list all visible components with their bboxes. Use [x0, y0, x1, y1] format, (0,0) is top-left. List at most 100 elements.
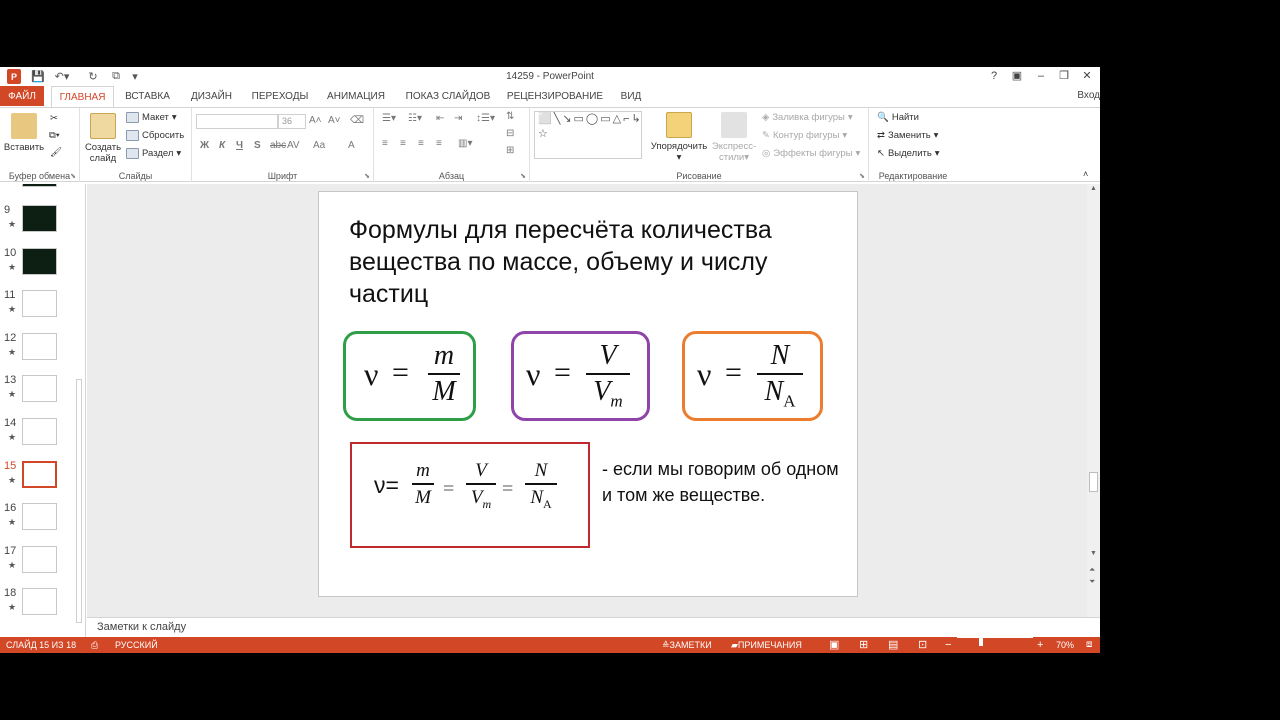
next-slide-icon[interactable]: ⏷: [1089, 577, 1095, 587]
formula-box-volume[interactable]: ν = V Vm: [511, 331, 650, 421]
zoom-slider-track[interactable]: [957, 637, 1033, 638]
increase-font-icon[interactable]: A˄: [309, 115, 322, 126]
thumbnail-scrollbar-handle[interactable]: [76, 379, 82, 623]
align-right-icon[interactable]: ≡: [418, 138, 424, 149]
notes-pane[interactable]: Заметки к слайду: [87, 617, 1100, 637]
tab-view[interactable]: ВИД: [614, 86, 648, 106]
current-slide[interactable]: Формулы для пересчёта количества веществ…: [318, 191, 858, 597]
collapse-ribbon-icon[interactable]: ˄: [1083, 169, 1088, 179]
arrange-button[interactable]: Упорядочить ▾: [646, 112, 712, 163]
underline-button[interactable]: Ч: [236, 140, 243, 151]
help-button[interactable]: ?: [984, 69, 1004, 84]
tab-file[interactable]: ФАЙЛ: [0, 86, 44, 106]
tab-home[interactable]: ГЛАВНАЯ: [51, 86, 114, 107]
notes-toggle[interactable]: ≙ ЗАМЕТКИ: [662, 637, 712, 653]
text-direction-icon[interactable]: ⇅: [506, 111, 514, 122]
shape-outline-button[interactable]: ✎ Контур фигуры ▾: [762, 130, 847, 141]
ribbon-display-options-icon[interactable]: ▣: [1007, 69, 1027, 84]
shadow-button[interactable]: S: [254, 140, 261, 151]
font-color-button[interactable]: A: [348, 140, 355, 151]
quick-styles-button[interactable]: Экспресс- стили▾: [710, 112, 758, 163]
decrease-font-icon[interactable]: A˅: [328, 115, 341, 126]
italic-button[interactable]: К: [219, 140, 225, 151]
sign-in-link[interactable]: Вход: [1077, 90, 1100, 101]
restore-icon[interactable]: ❐: [1054, 69, 1074, 84]
layout-button[interactable]: Макет ▾: [126, 112, 177, 123]
fraction-m-over-M: m M: [428, 340, 460, 408]
tab-slideshow[interactable]: ПОКАЗ СЛАЙДОВ: [400, 86, 496, 106]
denominator-base: V: [470, 486, 483, 508]
formula-box-particles[interactable]: ν = N NA: [682, 331, 823, 421]
comments-toggle[interactable]: ▰ ПРИМЕЧАНИЯ: [731, 637, 802, 653]
normal-view-icon[interactable]: ▣: [829, 637, 839, 653]
same-substance-note[interactable]: - если мы говорим об одном и том же веще…: [602, 456, 842, 508]
bullets-icon[interactable]: ☰▾: [382, 113, 396, 124]
close-icon[interactable]: ✕: [1077, 69, 1097, 84]
new-slide-button[interactable]: Создать слайд: [82, 113, 124, 164]
increase-indent-icon[interactable]: ⇥: [454, 113, 462, 124]
zoom-in-button[interactable]: +: [1037, 637, 1043, 653]
paragraph-launcher-icon[interactable]: ⬊: [520, 172, 526, 180]
combined-formula-box[interactable]: ν= m M = V Vm = N NA: [350, 442, 590, 548]
character-spacing-button[interactable]: AV: [287, 140, 300, 151]
drawing-launcher-icon[interactable]: ⬊: [859, 172, 865, 180]
zoom-level[interactable]: 70%: [1056, 637, 1074, 653]
window-title: 14259 - PowerPoint: [506, 71, 594, 82]
clipboard-group: Вставить ✂ ⧉▾ 🖌 Буфер обмена ⬊: [0, 108, 80, 182]
tab-transitions[interactable]: ПЕРЕХОДЫ: [248, 86, 312, 106]
copy-icon[interactable]: ⧉▾: [49, 130, 60, 141]
bold-button[interactable]: Ж: [200, 140, 209, 151]
vertical-scrollbar[interactable]: ▲ ▼ ⏶ ⏷: [1087, 184, 1100, 617]
clear-formatting-icon[interactable]: ⌫: [350, 115, 364, 126]
section-button[interactable]: Раздел ▾: [126, 148, 181, 159]
numbering-icon[interactable]: ☷▾: [408, 113, 422, 124]
shape-fill-button[interactable]: ◈ Заливка фигуры ▾: [762, 112, 853, 123]
justify-icon[interactable]: ≡: [436, 138, 442, 149]
paste-button[interactable]: Вставить: [2, 113, 46, 153]
format-painter-icon[interactable]: 🖌: [50, 147, 62, 158]
slide-sorter-icon[interactable]: ⊞: [859, 637, 868, 653]
align-left-icon[interactable]: ≡: [382, 138, 388, 149]
reset-button[interactable]: Сбросить: [126, 130, 184, 141]
spelling-icon[interactable]: ⎙: [91, 637, 98, 653]
select-button[interactable]: ↖ Выделить ▾: [877, 148, 940, 159]
font-launcher-icon[interactable]: ⬊: [364, 172, 370, 180]
scroll-down-icon[interactable]: ▼: [1090, 550, 1097, 557]
previous-slide-icon[interactable]: ⏶: [1089, 565, 1095, 575]
font-size-combo[interactable]: 36: [278, 114, 306, 129]
shape-effects-button[interactable]: ◎ Эффекты фигуры ▾: [762, 148, 860, 159]
thumbnail-scrollbar[interactable]: [74, 184, 84, 637]
status-bar: СЛАЙД 15 ИЗ 18 ⎙ РУССКИЙ ≙ ЗАМЕТКИ ▰ ПРИ…: [0, 637, 1100, 653]
font-name-combo[interactable]: [196, 114, 278, 129]
replace-button[interactable]: ⇄ Заменить ▾: [877, 130, 938, 141]
align-text-icon[interactable]: ⊟: [506, 128, 514, 139]
shapes-gallery[interactable]: ⬜╲↘▭◯▭△⌐↳⇨⇩▱⌒⌒{}☆: [534, 111, 642, 159]
align-center-icon[interactable]: ≡: [400, 138, 406, 149]
reading-view-icon[interactable]: ▤: [888, 637, 898, 653]
language-indicator[interactable]: РУССКИЙ: [115, 637, 158, 653]
line-spacing-icon[interactable]: ↕☰▾: [476, 113, 495, 124]
change-case-button[interactable]: Aa: [313, 140, 325, 151]
tab-review[interactable]: РЕЦЕНЗИРОВАНИЕ: [504, 86, 606, 106]
decrease-indent-icon[interactable]: ⇤: [436, 113, 444, 124]
tab-animations[interactable]: АНИМАЦИЯ: [320, 86, 392, 106]
fit-slide-icon[interactable]: ⧈: [1086, 637, 1092, 653]
strikethrough-icon[interactable]: abc: [270, 140, 286, 151]
cut-icon[interactable]: ✂: [50, 113, 58, 124]
tab-insert[interactable]: ВСТАВКА: [119, 86, 176, 106]
slide-title[interactable]: Формулы для пересчёта количества веществ…: [349, 214, 829, 310]
clipboard-launcher-icon[interactable]: ⬊: [70, 172, 76, 180]
formula-box-mass[interactable]: ν = m M: [343, 331, 476, 421]
scrollbar-handle[interactable]: [1089, 472, 1098, 492]
equals-sign: =: [392, 356, 409, 389]
slideshow-view-icon[interactable]: ⊡: [918, 637, 927, 653]
zoom-slider-knob[interactable]: [979, 637, 983, 646]
tab-design[interactable]: ДИЗАЙН: [183, 86, 240, 106]
scroll-up-icon[interactable]: ▲: [1090, 185, 1097, 192]
minimize-icon[interactable]: –: [1031, 69, 1051, 84]
columns-icon[interactable]: ▥▾: [458, 138, 472, 149]
animation-star-icon: ★: [8, 559, 17, 570]
zoom-out-button[interactable]: −: [945, 637, 951, 653]
find-button[interactable]: 🔍 Найти: [877, 112, 919, 123]
smartart-icon[interactable]: ⊞: [506, 145, 514, 156]
